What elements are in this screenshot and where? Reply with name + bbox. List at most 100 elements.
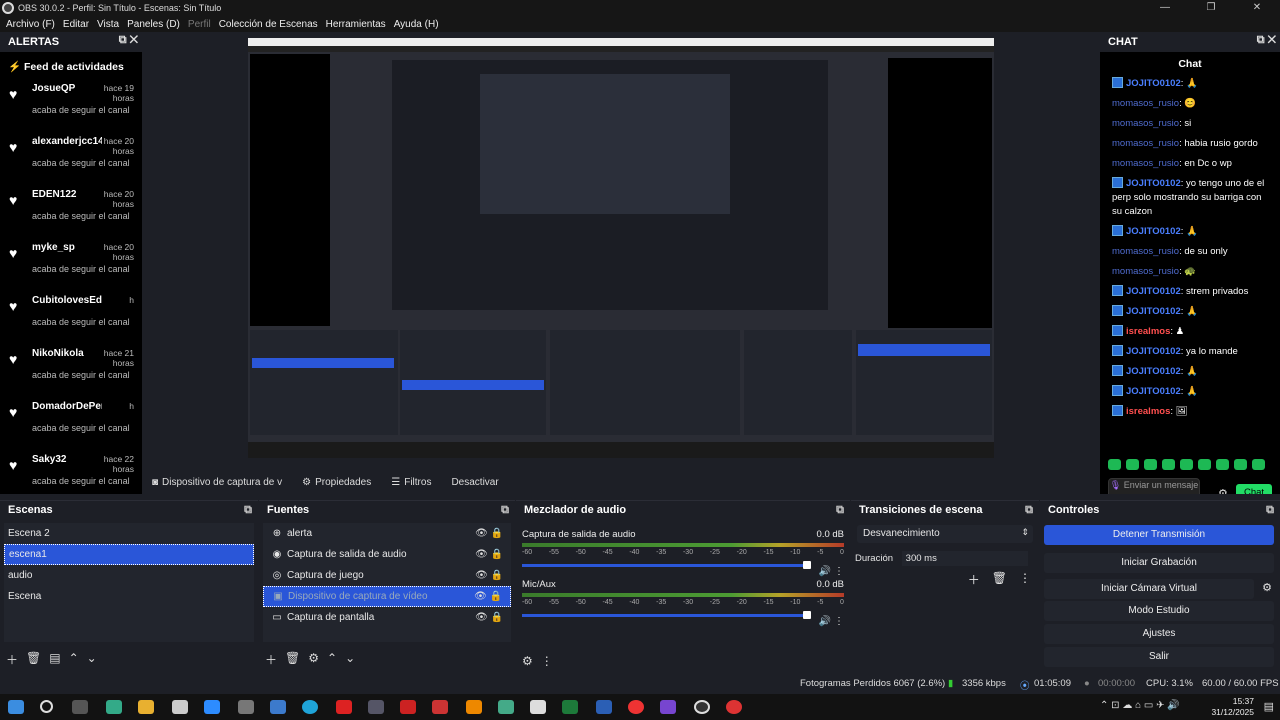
- duration-input[interactable]: 300 ms: [901, 551, 1028, 566]
- volume-slider[interactable]: [522, 611, 812, 619]
- chat-username[interactable]: JOJITO0102: [1126, 286, 1181, 297]
- close-button[interactable]: ✕: [1234, 0, 1280, 16]
- source-list[interactable]: ⊕ alerta 👁 🔒 ◉ Captura de salida de audio 👁 🔒…: [263, 523, 511, 642]
- settings-button[interactable]: Ajustes: [1044, 624, 1274, 644]
- trash-icon[interactable]: 🗑: [285, 651, 300, 668]
- chat-username[interactable]: momasos_rusio: [1112, 246, 1179, 257]
- menu-ayuda[interactable]: Ayuda (H): [394, 19, 439, 30]
- preview-area[interactable]: [142, 32, 1100, 470]
- filters-button[interactable]: ☰ Filtros: [391, 477, 431, 488]
- add-icon[interactable]: ＋: [968, 571, 980, 588]
- chat-username[interactable]: momasos_rusio: [1112, 138, 1179, 149]
- word-icon[interactable]: [596, 700, 612, 714]
- scene-list[interactable]: Escena 2 escena1 audio Escena: [4, 523, 254, 642]
- gear-icon[interactable]: ⚙: [308, 651, 319, 668]
- notification-icon[interactable]: ▤: [1264, 700, 1274, 713]
- transition-select[interactable]: Desvanecimiento ⇕: [857, 525, 1033, 543]
- menu-herramientas[interactable]: Herramientas: [326, 19, 386, 30]
- dock-float-icon[interactable]: ⧉: [244, 504, 252, 517]
- mixer-settings-icon[interactable]: ⚙: [522, 654, 533, 668]
- properties-button[interactable]: ⚙ Propiedades: [302, 477, 371, 488]
- app-icon[interactable]: [270, 700, 286, 714]
- app-icon[interactable]: [726, 700, 742, 714]
- stop-streaming-button[interactable]: Detener Transmisión: [1044, 525, 1274, 545]
- scene-item[interactable]: Escena 2: [4, 523, 254, 544]
- zoom-icon[interactable]: [204, 700, 220, 714]
- chevron-up-icon[interactable]: ⌃: [69, 651, 79, 668]
- virtual-camera-settings-icon[interactable]: ⚙: [1262, 581, 1272, 594]
- chat-username[interactable]: JOJITO0102: [1126, 366, 1181, 377]
- scene-item[interactable]: Escena: [4, 586, 254, 607]
- chat-username[interactable]: JOJITO0102: [1126, 178, 1181, 189]
- opera-icon[interactable]: [336, 700, 352, 714]
- chat-username[interactable]: momasos_rusio: [1112, 118, 1179, 129]
- dropbox-icon[interactable]: [530, 700, 546, 714]
- trash-icon[interactable]: 🗑: [26, 651, 41, 668]
- chat-username[interactable]: isrealmos: [1126, 326, 1170, 337]
- obs-taskbar-icon[interactable]: [694, 700, 710, 714]
- chevron-up-icon[interactable]: ⌃: [327, 651, 337, 668]
- visibility-lock-icon[interactable]: 👁 🔒: [475, 565, 503, 586]
- menu-archivo[interactable]: Archivo (F): [6, 19, 55, 30]
- chat-username[interactable]: JOJITO0102: [1126, 306, 1181, 317]
- visibility-lock-icon[interactable]: 👁 🔒: [475, 607, 503, 628]
- more-icon[interactable]: ⋮: [541, 654, 553, 668]
- pdf-icon[interactable]: [400, 700, 416, 714]
- add-icon[interactable]: ＋: [265, 651, 277, 668]
- source-item[interactable]: ▭ Captura de pantalla 👁 🔒: [263, 607, 511, 628]
- dock-float-icon[interactable]: ⧉: [501, 504, 509, 517]
- chevron-down-icon[interactable]: ⌄: [345, 651, 355, 668]
- menu-vista[interactable]: Vista: [97, 19, 119, 30]
- menu-paneles[interactable]: Paneles (D): [127, 19, 180, 30]
- edge-icon[interactable]: [302, 700, 318, 714]
- filter-icon[interactable]: ▤: [49, 651, 60, 668]
- source-item[interactable]: ◎ Captura de juego 👁 🔒: [263, 565, 511, 586]
- excel-icon[interactable]: [562, 700, 578, 714]
- file-explorer-icon[interactable]: [138, 700, 154, 714]
- minimize-button[interactable]: —: [1142, 0, 1188, 16]
- emote-bar[interactable]: [1108, 459, 1265, 470]
- visibility-lock-icon[interactable]: 👁 🔒: [475, 544, 503, 565]
- more-icon[interactable]: ⋮: [1019, 571, 1031, 588]
- calculator-icon[interactable]: [368, 700, 384, 714]
- clock[interactable]: 15:37 31/12/2025: [1211, 696, 1254, 718]
- exit-button[interactable]: Salir: [1044, 647, 1274, 667]
- chat-username[interactable]: momasos_rusio: [1112, 158, 1179, 169]
- add-icon[interactable]: ＋: [6, 651, 18, 668]
- settings-icon[interactable]: ⚙: [1218, 487, 1228, 494]
- scene-item[interactable]: audio: [4, 565, 254, 586]
- chat-username[interactable]: JOJITO0102: [1126, 226, 1181, 237]
- chat-username[interactable]: momasos_rusio: [1112, 98, 1179, 109]
- chrome-icon[interactable]: [628, 700, 644, 714]
- speaker-icon[interactable]: 🔊 ⋮: [819, 566, 844, 577]
- chat-username[interactable]: JOJITO0102: [1126, 386, 1181, 397]
- search-icon[interactable]: [40, 700, 53, 713]
- maximize-button[interactable]: ❐: [1188, 0, 1234, 16]
- chevron-down-icon[interactable]: ⌄: [87, 651, 97, 668]
- dock-float-icon[interactable]: ⧉: [1266, 504, 1274, 517]
- speaker-icon[interactable]: 🔊 ⋮: [819, 616, 844, 627]
- menu-editar[interactable]: Editar: [63, 19, 89, 30]
- dock-float-icon[interactable]: ⧉: [1025, 504, 1033, 517]
- visibility-lock-icon[interactable]: 👁 🔒: [475, 523, 503, 544]
- visibility-lock-icon[interactable]: 👁 🔒: [474, 587, 502, 606]
- vlc-icon[interactable]: [466, 700, 482, 714]
- app-icon[interactable]: [432, 700, 448, 714]
- disable-button[interactable]: Desactivar: [451, 477, 498, 488]
- dock-controls-icon[interactable]: ⧉ ✕: [1257, 34, 1276, 47]
- photos-icon[interactable]: [498, 700, 514, 714]
- copilot-icon[interactable]: [106, 700, 122, 714]
- task-view-icon[interactable]: [72, 700, 88, 714]
- chat-username[interactable]: isrealmos: [1126, 406, 1170, 417]
- tray-icons[interactable]: ⌃ ⊡ ☁ ⌂ ▭ ✈ 🔊: [1100, 700, 1180, 711]
- preview-canvas[interactable]: [248, 38, 994, 458]
- chat-input[interactable]: 🎙 Enviar un mensaje: [1108, 478, 1200, 494]
- windows-start-icon[interactable]: [8, 700, 24, 714]
- source-item[interactable]: ◉ Captura de salida de audio 👁 🔒: [263, 544, 511, 565]
- chat-username[interactable]: momasos_rusio: [1112, 266, 1179, 277]
- chat-send-button[interactable]: Chat: [1236, 484, 1272, 494]
- twitch-icon[interactable]: [660, 700, 676, 714]
- volume-slider[interactable]: [522, 561, 812, 569]
- chat-username[interactable]: JOJITO0102: [1126, 346, 1181, 357]
- dock-controls-icon[interactable]: ⧉ ✕: [119, 34, 138, 47]
